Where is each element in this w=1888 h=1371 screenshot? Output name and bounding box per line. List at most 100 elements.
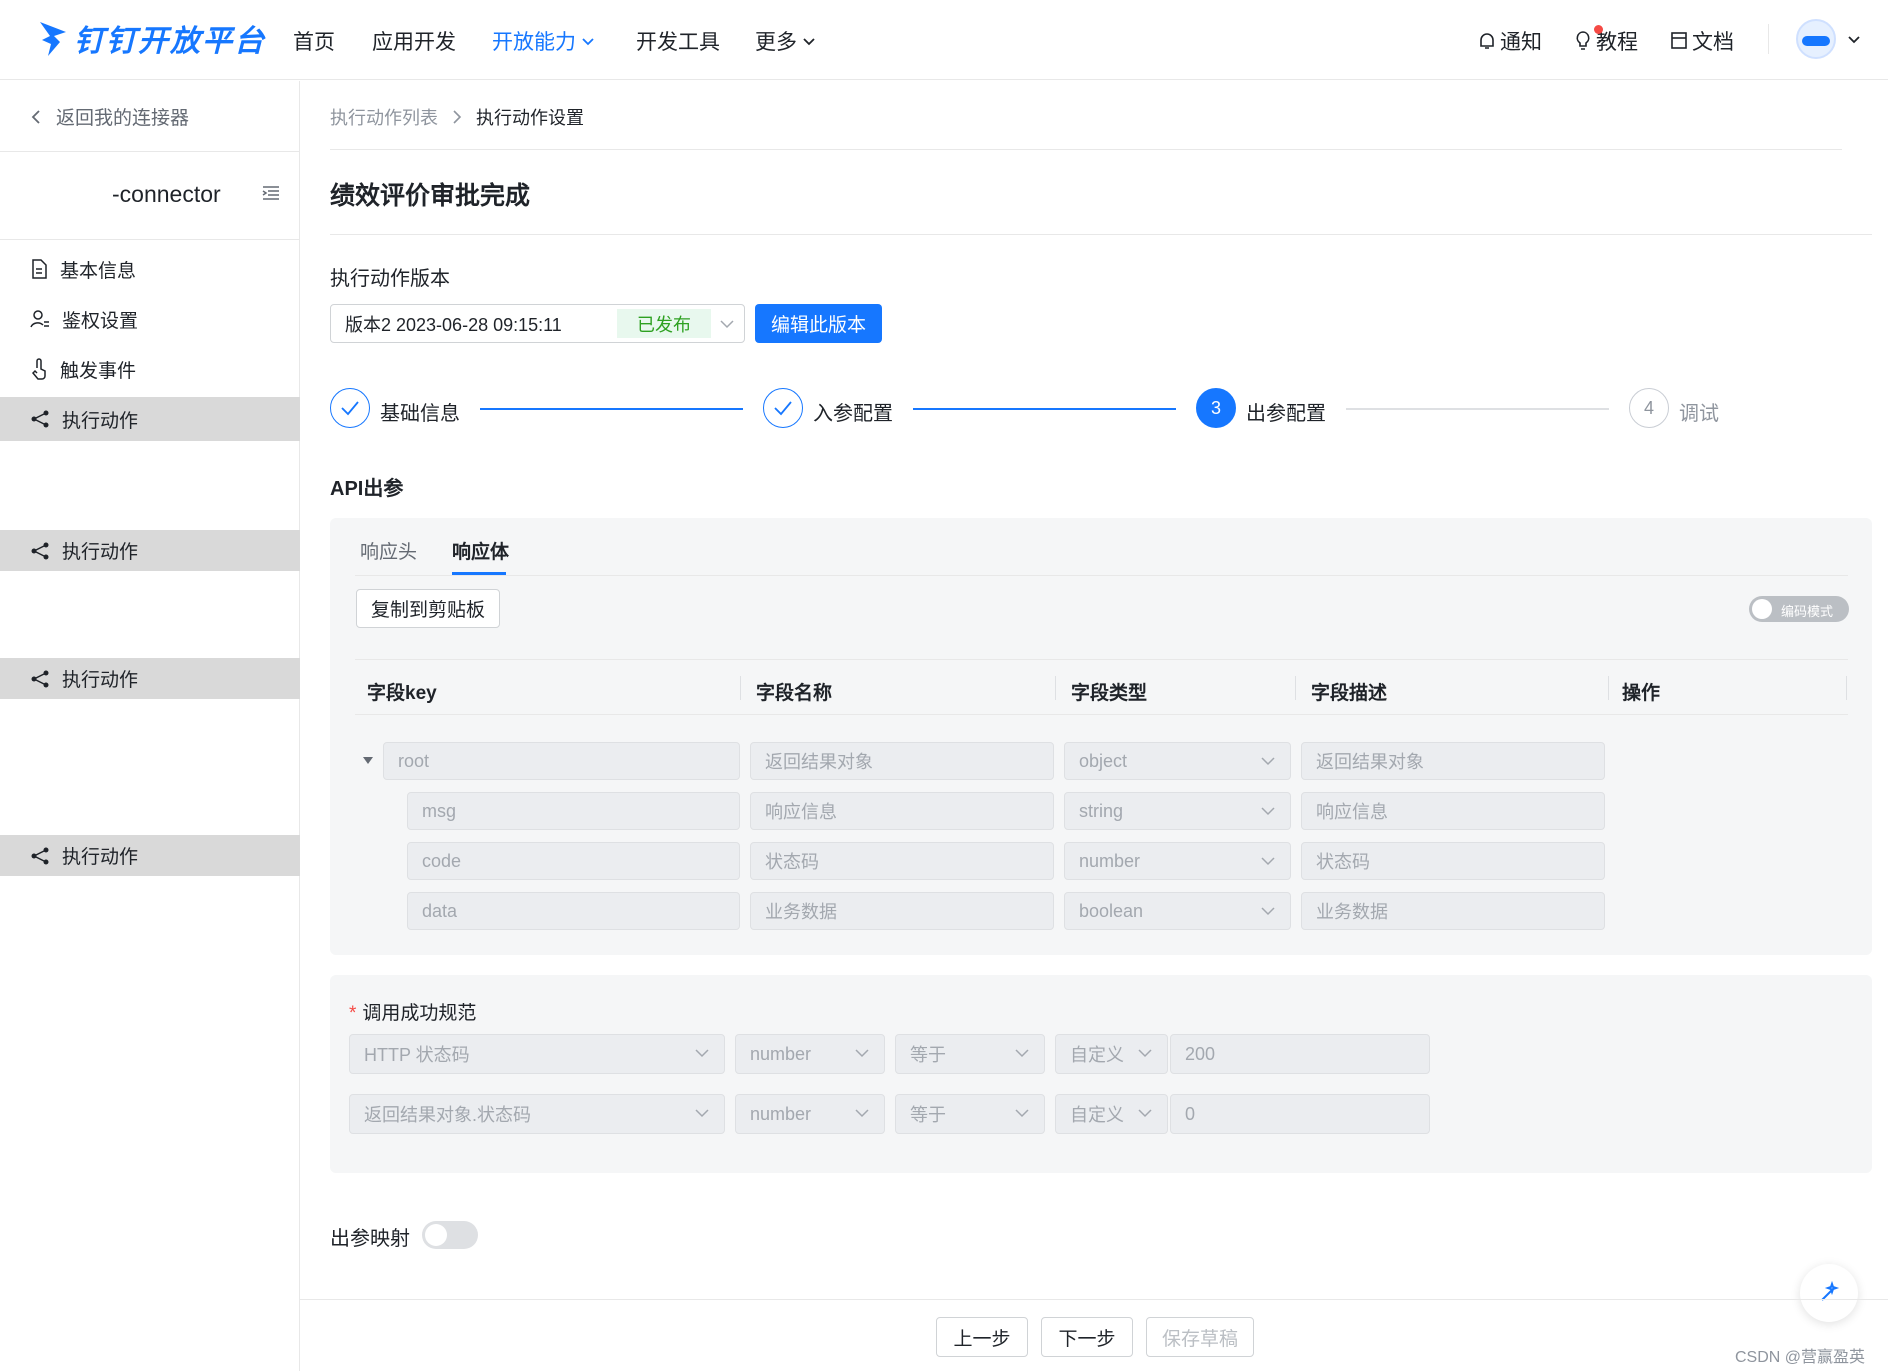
- success-rule-title: * 调用成功规范: [349, 1003, 477, 1024]
- field-key-input[interactable]: data: [407, 892, 740, 930]
- share-icon: [31, 847, 49, 864]
- success-source-select[interactable]: HTTP 状态码: [349, 1034, 725, 1074]
- success-mode-value: 自定义: [1070, 1045, 1124, 1065]
- ai-assistant-button[interactable]: [1800, 1264, 1858, 1322]
- divider: [330, 149, 1842, 150]
- success-type-select[interactable]: number: [735, 1034, 885, 1074]
- step-line: [480, 408, 743, 410]
- sidebar-item-trigger[interactable]: 触发事件: [0, 347, 300, 391]
- nav-more[interactable]: 更多: [755, 26, 817, 56]
- chevron-down-icon: [1138, 1049, 1152, 1058]
- user-key-icon: [30, 310, 49, 328]
- field-key-input[interactable]: root: [383, 742, 740, 780]
- footer-divider: [300, 1299, 1888, 1300]
- field-desc-input[interactable]: 返回结果对象: [1301, 742, 1605, 780]
- nav-dev-tools[interactable]: 开发工具: [636, 26, 720, 56]
- chevron-down-icon: [1015, 1109, 1029, 1118]
- success-rule-panel: [330, 975, 1872, 1173]
- tab-response-body[interactable]: 响应体: [452, 537, 509, 564]
- nav-divider: [1768, 24, 1769, 54]
- step-2-label: 入参配置: [813, 403, 893, 425]
- field-desc-input[interactable]: 状态码: [1301, 842, 1605, 880]
- field-type-select[interactable]: number: [1064, 842, 1291, 880]
- sidebar-item-action[interactable]: 执行动作: [0, 530, 300, 571]
- brand-logo[interactable]: 钉钉开放平台: [38, 16, 266, 60]
- column-separator: [1055, 676, 1056, 700]
- success-operator-select[interactable]: 等于: [895, 1094, 1045, 1134]
- success-mode-select[interactable]: 自定义: [1055, 1034, 1168, 1074]
- breadcrumb-parent[interactable]: 执行动作列表: [330, 104, 438, 130]
- step-2-done: [763, 388, 803, 428]
- field-type-select[interactable]: object: [1064, 742, 1291, 780]
- sidebar: 返回我的连接器 -connector 基本信息 鉴权设置 触发事件 执行动作 执…: [0, 81, 300, 1371]
- field-type-value: string: [1079, 800, 1124, 821]
- col-field-desc: 字段描述: [1311, 683, 1388, 704]
- success-value-input[interactable]: 200: [1170, 1034, 1430, 1074]
- success-mode-select[interactable]: 自定义: [1055, 1094, 1168, 1134]
- success-value-input[interactable]: 0: [1170, 1094, 1430, 1134]
- field-key-input[interactable]: msg: [407, 792, 740, 830]
- chevron-down-icon[interactable]: [1846, 31, 1862, 47]
- column-separator: [1608, 676, 1609, 700]
- api-out-panel: [330, 518, 1872, 955]
- caret-down-icon[interactable]: [362, 755, 374, 765]
- field-key-input[interactable]: code: [407, 842, 740, 880]
- notify-link[interactable]: 通知: [1478, 26, 1542, 56]
- chevron-down-icon: [803, 38, 815, 46]
- nav-open-capability[interactable]: 开放能力: [492, 26, 596, 56]
- chevron-down-icon: [1261, 907, 1275, 916]
- field-desc-input[interactable]: 业务数据: [1301, 892, 1605, 930]
- sidebar-item-auth[interactable]: 鉴权设置: [0, 297, 300, 341]
- tutorial-link[interactable]: 教程: [1574, 26, 1638, 56]
- field-type-value: number: [1079, 850, 1141, 871]
- copy-clipboard-button[interactable]: 复制到剪贴板: [356, 589, 500, 628]
- version-select[interactable]: 版本2 2023-06-28 09:15:11 已发布: [330, 304, 745, 343]
- sidebar-item-action[interactable]: 执行动作: [0, 397, 300, 441]
- chevron-down-icon: [695, 1049, 709, 1058]
- edit-version-button[interactable]: 编辑此版本: [755, 304, 882, 343]
- chevron-down-icon: [720, 320, 734, 329]
- save-draft-button[interactable]: 保存草稿: [1146, 1317, 1254, 1357]
- chevron-down-icon: [1261, 807, 1275, 816]
- step-1-label: 基础信息: [380, 403, 460, 425]
- field-name-input[interactable]: 状态码: [750, 842, 1054, 880]
- field-name-input[interactable]: 业务数据: [750, 892, 1054, 930]
- success-mode-value: 自定义: [1070, 1105, 1124, 1125]
- column-separator: [1846, 676, 1847, 700]
- breadcrumb: 执行动作列表 执行动作设置: [330, 104, 584, 130]
- sidebar-item-action[interactable]: 执行动作: [0, 658, 300, 699]
- step-line: [913, 408, 1176, 410]
- divider: [330, 234, 1872, 235]
- next-step-button[interactable]: 下一步: [1041, 1317, 1133, 1357]
- step-line: [1346, 408, 1609, 410]
- chevron-down-icon: [1261, 857, 1275, 866]
- sidebar-divider: [0, 239, 300, 240]
- success-operator-select[interactable]: 等于: [895, 1034, 1045, 1074]
- mapping-toggle[interactable]: [422, 1221, 478, 1249]
- magic-wand-icon: [1821, 1280, 1840, 1301]
- avatar[interactable]: [1796, 19, 1836, 59]
- success-type-select[interactable]: number: [735, 1094, 885, 1134]
- back-to-connectors[interactable]: 返回我的连接器: [30, 103, 189, 130]
- nav-app-dev[interactable]: 应用开发: [372, 26, 456, 56]
- field-type-select[interactable]: boolean: [1064, 892, 1291, 930]
- success-source-select[interactable]: 返回结果对象.状态码: [349, 1094, 725, 1134]
- prev-step-button[interactable]: 上一步: [936, 1317, 1028, 1357]
- nav-home[interactable]: 首页: [293, 26, 335, 56]
- docs-link[interactable]: 文档: [1670, 26, 1734, 56]
- field-name-input[interactable]: 响应信息: [750, 792, 1054, 830]
- success-operator-value: 等于: [910, 1105, 946, 1125]
- field-type-value: object: [1079, 750, 1128, 771]
- sidebar-item-action[interactable]: 执行动作: [0, 835, 300, 876]
- check-icon: [774, 401, 792, 416]
- field-type-select[interactable]: string: [1064, 792, 1291, 830]
- mapping-label: 出参映射: [330, 1228, 410, 1250]
- code-mode-toggle[interactable]: 编码模式: [1749, 596, 1849, 622]
- step-1-done: [330, 388, 370, 428]
- collapse-menu-icon[interactable]: [262, 185, 280, 201]
- sidebar-item-basic-info[interactable]: 基本信息: [0, 247, 300, 291]
- field-desc-input[interactable]: 响应信息: [1301, 792, 1605, 830]
- tab-response-header[interactable]: 响应头: [360, 537, 417, 564]
- breadcrumb-current: 执行动作设置: [476, 108, 584, 128]
- field-name-input[interactable]: 返回结果对象: [750, 742, 1054, 780]
